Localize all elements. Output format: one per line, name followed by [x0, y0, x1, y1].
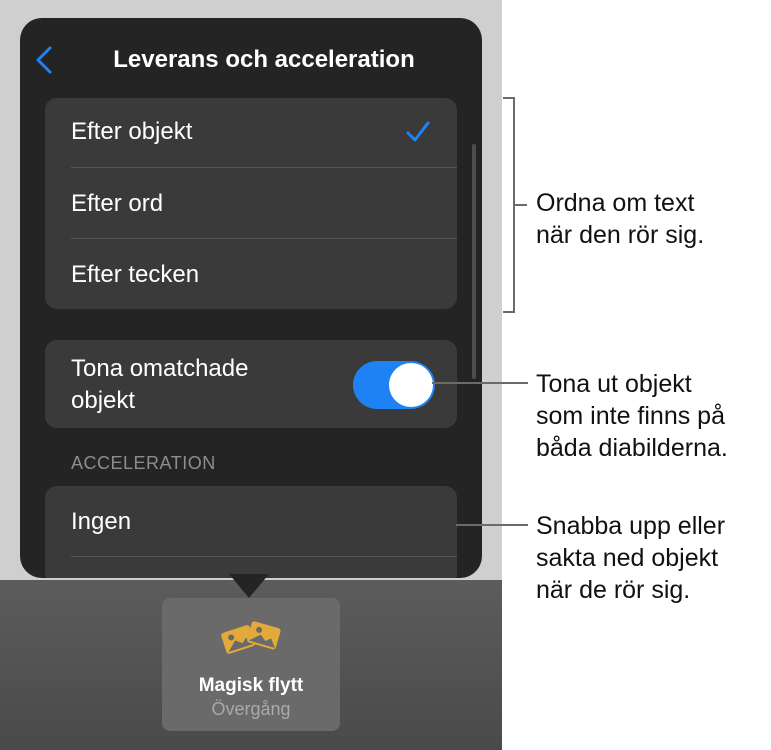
callout-reorder: Ordna om text när den rör sig.	[536, 187, 704, 251]
fade-leader-line	[432, 382, 528, 384]
fade-label-line1: Tona omatchade	[71, 355, 249, 382]
delivery-options-group: Efter objekt Efter ord Efter tecken	[45, 98, 457, 309]
option-label: Efter ord	[71, 190, 164, 217]
fade-toggle-label: Tona omatchade objekt	[71, 353, 248, 417]
toggle-knob	[389, 363, 433, 407]
fade-label-line2: objekt	[71, 387, 136, 414]
transition-subtitle: Övergång	[211, 699, 291, 719]
callout-line: när den rör sig.	[536, 221, 705, 249]
app-background: Magisk flytt Övergång Leverans och accel…	[0, 0, 502, 750]
option-label: Efter objekt	[71, 118, 193, 145]
delivery-acceleration-popover: Leverans och acceleration Efter objekt E…	[20, 18, 482, 578]
callout-line: Tona ut objekt	[536, 370, 692, 398]
fade-toggle-group: Tona omatchade objekt	[45, 340, 457, 428]
option-label: Efter tecken	[71, 261, 200, 288]
option-ingen[interactable]: Ingen	[45, 486, 457, 556]
popover-arrow	[229, 574, 269, 598]
callout-line: när de rör sig.	[536, 576, 691, 604]
callout-speed: Snabba upp eller sakta ned objekt när de…	[536, 510, 725, 606]
reorder-bracket	[503, 97, 527, 313]
callout-line: sakta ned objekt	[536, 544, 719, 572]
option-label: Ingen	[71, 508, 132, 535]
option-efter-tecken[interactable]: Efter tecken	[45, 239, 457, 309]
callout-line: båda diabilderna.	[536, 434, 728, 462]
callout-line: som inte finns på	[536, 402, 725, 430]
callout-line: Snabba upp eller	[536, 512, 726, 540]
option-efter-objekt[interactable]: Efter objekt	[45, 98, 457, 168]
callout-fade: Tona ut objekt som inte finns på båda di…	[536, 368, 728, 464]
callout-line: Ordna om text	[536, 189, 695, 217]
transition-thumbnail[interactable]: Magisk flytt Övergång	[162, 598, 340, 731]
fade-toggle-switch[interactable]	[353, 361, 435, 409]
acceleration-section-header: ACCELERATION	[71, 453, 216, 473]
magic-move-icon	[221, 621, 281, 654]
checkmark-icon	[406, 121, 430, 142]
option-efter-ord[interactable]: Efter ord	[45, 168, 457, 238]
divider	[71, 556, 457, 557]
scrollbar[interactable]	[472, 144, 476, 379]
transition-title: Magisk flytt	[198, 675, 304, 696]
acceleration-options-group: Ingen	[45, 486, 457, 578]
popover-title: Leverans och acceleration	[113, 46, 415, 73]
speed-leader-line	[456, 524, 528, 526]
